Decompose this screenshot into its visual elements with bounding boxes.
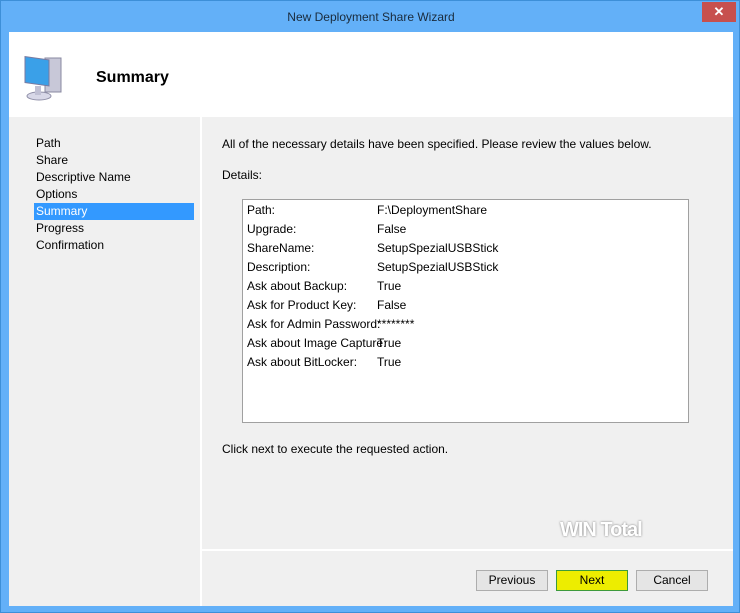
detail-value: False xyxy=(377,222,407,236)
details-label: Details: xyxy=(222,168,263,182)
detail-value: True xyxy=(377,279,402,293)
intro-text: All of the necessary details have been s… xyxy=(222,137,652,151)
detail-row: Ask about Image Capture: True xyxy=(247,334,401,353)
detail-row: Ask for Product Key: False xyxy=(247,296,406,315)
cancel-button[interactable]: Cancel xyxy=(636,570,708,591)
sidebar-item-options[interactable]: Options xyxy=(34,186,194,203)
detail-value: SetupSpezialUSBStick xyxy=(377,241,499,255)
watermark-logo: WIN Total xyxy=(560,519,643,541)
detail-key: Ask for Admin Password: xyxy=(247,317,381,331)
divider xyxy=(202,549,733,551)
detail-value: ******** xyxy=(377,317,415,331)
detail-row: ShareName: SetupSpezialUSBStick xyxy=(247,239,498,258)
detail-value: False xyxy=(377,298,407,312)
detail-key: Ask about BitLocker: xyxy=(247,355,358,369)
detail-key: ShareName: xyxy=(247,241,315,255)
detail-row: Upgrade: False xyxy=(247,220,406,239)
computer-icon xyxy=(24,55,62,101)
header: Summary xyxy=(9,32,733,117)
page-title: Summary xyxy=(96,69,169,86)
previous-button[interactable]: Previous xyxy=(476,570,548,591)
close-button[interactable]: ✕ xyxy=(702,2,736,22)
detail-value: True xyxy=(377,336,402,350)
window-title: New Deployment Share Wizard xyxy=(287,10,455,24)
sidebar-item-path[interactable]: Path xyxy=(34,135,194,152)
detail-key: Ask for Product Key: xyxy=(247,298,357,312)
sidebar-item-confirmation[interactable]: Confirmation xyxy=(34,237,194,254)
sidebar-item-summary[interactable]: Summary xyxy=(34,203,194,220)
next-button[interactable]: Next xyxy=(556,570,628,591)
wizard-window: New Deployment Share Wizard ✕ Summary Pa… xyxy=(0,0,740,613)
detail-value: True xyxy=(377,355,402,369)
detail-key: Ask about Image Capture: xyxy=(247,336,387,350)
main-panel: All of the necessary details have been s… xyxy=(202,117,733,606)
footer-text: Click next to execute the requested acti… xyxy=(222,442,449,456)
detail-row: Ask for Admin Password: ******** xyxy=(247,315,414,334)
detail-key: Path: xyxy=(247,203,276,217)
client-area: Summary Path Share Descriptive Name Opti… xyxy=(9,32,733,606)
detail-value: SetupSpezialUSBStick xyxy=(377,260,499,274)
detail-row: Ask about Backup: True xyxy=(247,277,401,296)
detail-row: Ask about BitLocker: True xyxy=(247,353,401,372)
detail-key: Upgrade: xyxy=(247,222,297,236)
sidebar: Path Share Descriptive Name Options Summ… xyxy=(9,117,200,606)
details-list[interactable]: Path: F:\DeploymentShare Upgrade: False Shar… xyxy=(242,199,689,423)
sidebar-item-progress[interactable]: Progress xyxy=(34,220,194,237)
detail-row: Description: SetupSpezialUSBStick xyxy=(247,258,498,277)
detail-value: F:\DeploymentShare xyxy=(377,203,488,217)
detail-key: Description: xyxy=(247,260,311,274)
sidebar-item-descriptive-name[interactable]: Descriptive Name xyxy=(34,169,194,186)
detail-row: Path: F:\DeploymentShare xyxy=(247,201,487,220)
detail-key: Ask about Backup: xyxy=(247,279,348,293)
sidebar-item-share[interactable]: Share xyxy=(34,152,194,169)
